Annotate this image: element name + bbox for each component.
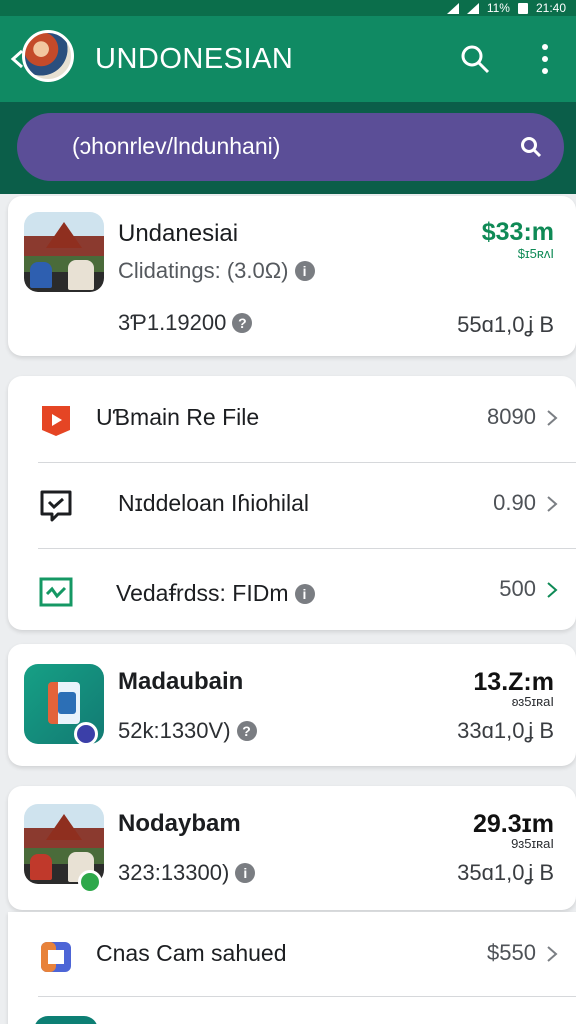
next-item-thumbnail bbox=[34, 1016, 98, 1024]
chevron-right-icon bbox=[547, 582, 558, 598]
menu-item-sheet[interactable]: Vedaꞙrdss: FIDm i 500 bbox=[8, 548, 576, 634]
menu-item-message[interactable]: Nɪddeloan Iɦiohilal 0.90 bbox=[8, 462, 576, 548]
menu-item-value: 0.90 bbox=[493, 490, 536, 515]
menu-card: UƁmain Re File 8090 Nɪddeloan Iɦiohilal … bbox=[8, 376, 576, 630]
price: 13.Z:m bbox=[473, 668, 554, 696]
info-icon[interactable]: i bbox=[235, 863, 256, 883]
price-sub: 9ɜ5ɪʀaI bbox=[511, 836, 554, 851]
price-sub: ʚɜ5ɪʀaI bbox=[511, 694, 554, 709]
listing-card[interactable]: Madaubain 52k:1330V)? 13.Z:m ʚɜ5ɪʀaI 33ɑ… bbox=[8, 644, 576, 766]
battery-icon bbox=[517, 2, 528, 14]
listing-name: Undanesiai bbox=[118, 220, 239, 247]
search-icon[interactable] bbox=[519, 135, 543, 159]
help-icon[interactable]: ? bbox=[236, 721, 257, 741]
listing-card[interactable]: Nodaybam 323:13300) i 29.3ɪm 9ɜ5ɪʀaI 35ɑ1… bbox=[8, 786, 576, 910]
app-bar: UNDONESIAN bbox=[0, 16, 576, 102]
listing-name: Madaubain bbox=[118, 668, 244, 695]
page-title: UNDONESIAN bbox=[95, 43, 294, 75]
calendar-app-icon bbox=[41, 942, 71, 972]
menu-item-file[interactable]: UƁmain Re File 8090 bbox=[8, 376, 576, 462]
listing-card[interactable]: Undanesiai Clidatings: (3.0Ω) i $33:m $ɪ5… bbox=[8, 196, 576, 356]
message-check-icon bbox=[40, 490, 72, 522]
stat-right: 35ɑ1,0ʝ B bbox=[457, 860, 554, 885]
stat-right: 55ɑ1,0ʝ B bbox=[457, 312, 554, 337]
stat-left: 52k:1330V)? bbox=[118, 718, 257, 744]
play-icon bbox=[42, 406, 70, 436]
chevron-right-icon bbox=[547, 410, 558, 426]
signal-icon bbox=[446, 2, 459, 14]
info-icon[interactable]: i bbox=[294, 584, 315, 604]
search-icon[interactable] bbox=[460, 44, 490, 74]
price-sub: $ɪ5ʀʌI bbox=[517, 246, 554, 261]
price: 29.3ɪm bbox=[472, 810, 554, 838]
menu-item-calendar[interactable]: Cnas Cam sahued $550 bbox=[8, 912, 576, 998]
status-bar: 11% 21:40 bbox=[0, 0, 576, 16]
badge-icon bbox=[74, 722, 98, 746]
menu-item-value: $550 bbox=[487, 940, 536, 965]
listing-thumbnail bbox=[24, 212, 104, 292]
chevron-right-icon bbox=[547, 496, 558, 512]
help-icon[interactable]: ? bbox=[232, 313, 253, 333]
rating-text: Clidatings: (3.0Ω) i bbox=[118, 258, 315, 284]
menu-item-label: Cnas Cam sahued bbox=[96, 940, 287, 966]
info-icon[interactable]: i bbox=[294, 261, 315, 281]
search-query: (ɔhonrlev/lndunhani) bbox=[72, 133, 281, 159]
more-vert-icon[interactable] bbox=[530, 42, 560, 76]
price: $33:m bbox=[481, 218, 554, 246]
search-area: (ɔhonrlev/lndunhani) bbox=[0, 102, 576, 194]
stat-left: 3Ƥ1.19200? bbox=[118, 310, 253, 336]
menu-item-value: 500 bbox=[499, 576, 536, 601]
divider bbox=[38, 996, 576, 997]
badge-icon bbox=[78, 870, 102, 894]
clock: 21:40 bbox=[535, 1, 566, 15]
stat-right: 33ɑ1,0ʝ B bbox=[457, 718, 554, 743]
stat-left: 323:13300) i bbox=[118, 860, 256, 886]
signal-icon bbox=[466, 2, 479, 14]
spreadsheet-icon bbox=[39, 577, 73, 607]
menu-item-label: UƁmain Re File bbox=[96, 404, 260, 430]
menu-item-value: 8090 bbox=[487, 404, 536, 429]
menu-item-label: Nɪddeloan Iɦiohilal bbox=[118, 490, 310, 516]
chevron-right-icon bbox=[547, 946, 558, 962]
battery-percent: 11% bbox=[486, 1, 510, 15]
menu-item-label: Vedaꞙrdss: FIDm i bbox=[116, 576, 315, 608]
avatar[interactable] bbox=[22, 30, 74, 82]
search-input[interactable]: (ɔhonrlev/lndunhani) bbox=[17, 113, 564, 181]
listing-name: Nodaybam bbox=[118, 810, 241, 837]
bottom-card: Cnas Cam sahued $550 bbox=[8, 912, 576, 1024]
